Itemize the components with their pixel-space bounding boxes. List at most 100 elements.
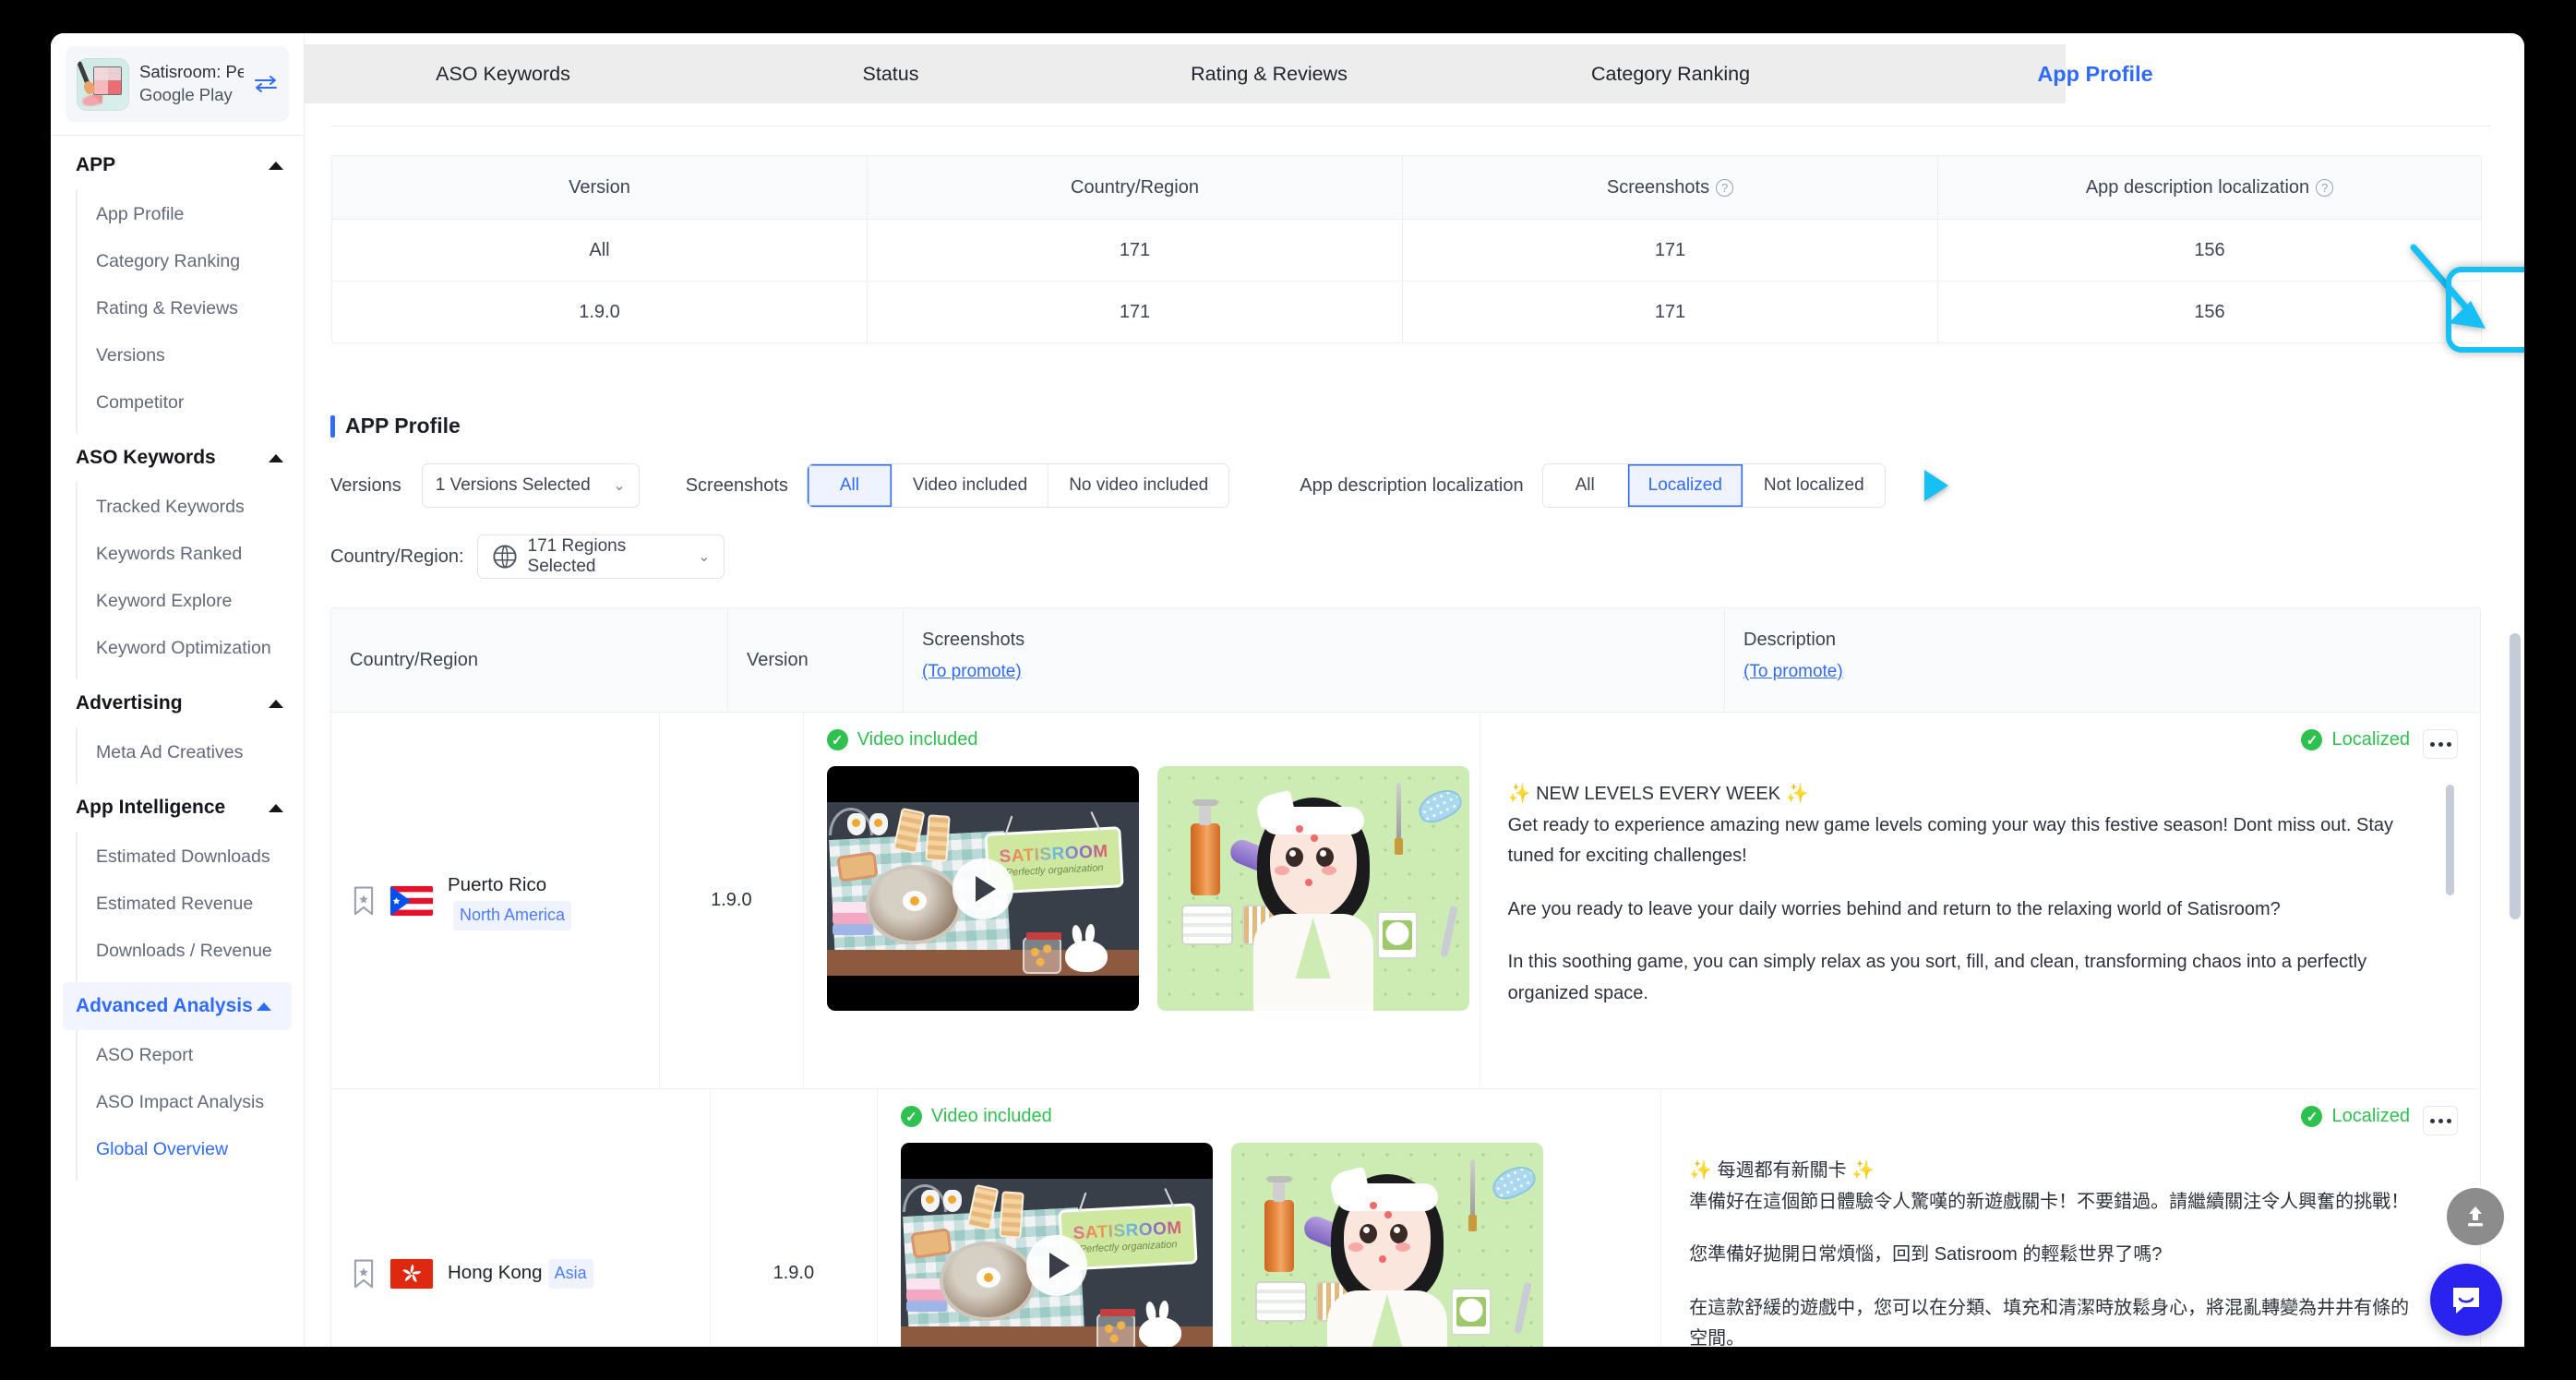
country-select[interactable]: 171 Regions Selected ⌄ xyxy=(476,534,725,579)
filter-bar: Versions 1 Versions Selected ⌄ Screensho… xyxy=(330,460,2524,582)
title-accent-bar xyxy=(330,414,335,438)
screenshot-thumbnail[interactable] xyxy=(1156,766,1469,1011)
localization-option-localized[interactable]: Localized xyxy=(1627,464,1743,507)
sidebar-group-app-label: APP xyxy=(76,154,116,175)
header-screenshots-label: Screenshots xyxy=(922,630,1025,650)
sidebar-group-aso-keywords[interactable]: ASO Keywords xyxy=(51,434,304,482)
row-more-options-button[interactable] xyxy=(2423,1106,2458,1135)
header-screenshots: Screenshots (To promote) xyxy=(904,608,1725,712)
summary-table-header: Version Country/Region Screenshots ? App… xyxy=(332,156,2481,220)
summary-cell-screenshots: 171 xyxy=(1403,220,1938,281)
country-label: Puerto Rico xyxy=(448,874,547,896)
localization-option-not-localized[interactable]: Not localized xyxy=(1743,464,1885,507)
profile-table: Country/Region Version Screenshots (To p… xyxy=(330,607,2481,1347)
tab-rating-reviews[interactable]: Rating & Reviews xyxy=(1080,63,1458,86)
sidebar-item-downloads-revenue[interactable]: Downloads / Revenue xyxy=(78,928,304,975)
country-select-value: 171 Regions Selected xyxy=(527,536,627,576)
sidebar-items-advanced-analysis: ASO Report ASO Impact Analysis Global Ov… xyxy=(76,1030,304,1181)
sidebar-item-meta-ad-creatives[interactable]: Meta Ad Creatives xyxy=(78,729,304,776)
screenshots-filter-label: Screenshots xyxy=(685,474,788,496)
app-selector-card[interactable]: Satisroom: Pe... Google Play xyxy=(66,46,289,122)
video-thumbnail[interactable]: SATISROOM Perfectly organization xyxy=(826,766,1139,1011)
sidebar-item-category-ranking[interactable]: Category Ranking xyxy=(78,238,304,285)
description-header: ✓ Localized xyxy=(1689,1106,2458,1135)
screenshots-promote-link[interactable]: (To promote) xyxy=(922,662,1022,682)
summary-cell-localization: 156 xyxy=(2194,239,2225,260)
region-tag: Asia xyxy=(547,1259,593,1289)
sidebar-item-estimated-revenue[interactable]: Estimated Revenue xyxy=(78,881,304,928)
play-button-icon[interactable] xyxy=(1025,1234,1087,1296)
description-text: ✨ 每週都有新關卡 ✨ 準備好在這個節日體驗令人驚嘆的新遊戲關卡！不要錯過。請繼… xyxy=(1689,1156,2458,1347)
tab-status[interactable]: Status xyxy=(701,63,1080,86)
tab-app-profile[interactable]: App Profile xyxy=(1883,62,2307,87)
sidebar-item-aso-impact-analysis[interactable]: ASO Impact Analysis xyxy=(78,1079,304,1126)
app-name: Satisroom: Pe... xyxy=(139,62,244,82)
swap-icon[interactable] xyxy=(254,75,278,93)
tab-aso-keywords[interactable]: ASO Keywords xyxy=(305,63,701,86)
sidebar-item-global-overview[interactable]: Global Overview xyxy=(78,1126,304,1173)
row-country-name: Hong Kong Asia xyxy=(448,1258,593,1289)
next-arrow-icon[interactable] xyxy=(1923,470,1948,501)
localized-badge: ✓ Localized xyxy=(2301,1106,2410,1127)
screenshots-option-no-video[interactable]: No video included xyxy=(1048,464,1229,507)
table-row: Puerto Rico North America 1.9.0 ✓ Video i… xyxy=(331,713,2480,1089)
versions-select-value: 1 Versions Selected xyxy=(435,475,591,495)
page-scrollbar[interactable] xyxy=(2510,42,2521,1347)
sidebar-item-aso-report[interactable]: ASO Report xyxy=(78,1032,304,1079)
country-filter-label: Country/Region: xyxy=(330,546,464,567)
screenshots-option-video-included[interactable]: Video included xyxy=(892,464,1049,507)
tab-category-ranking[interactable]: Category Ranking xyxy=(1458,63,1883,86)
localized-badge: ✓ Localized xyxy=(2301,729,2410,750)
description-promote-link[interactable]: (To promote) xyxy=(1743,662,1843,682)
screenshots-help-icon[interactable]: ? xyxy=(1716,178,1734,197)
screenshot-thumbnail[interactable] xyxy=(1230,1143,1543,1347)
chat-bubble-icon xyxy=(2453,1288,2479,1314)
bookmark-icon[interactable] xyxy=(352,885,376,917)
sidebar-item-keywords-ranked[interactable]: Keywords Ranked xyxy=(78,531,304,578)
summary-table: Version Country/Region Screenshots ? App… xyxy=(331,155,2482,343)
screenshots-filter-segment: All Video included No video included xyxy=(806,463,1230,508)
sidebar-items-app-intelligence: Estimated Downloads Estimated Revenue Do… xyxy=(76,832,304,982)
sidebar-item-versions[interactable]: Versions xyxy=(78,332,304,379)
description-scrollbar[interactable] xyxy=(2446,785,2454,895)
row-screenshots-cell: ✓ Video included SATISROOM Perfectly org… xyxy=(878,1089,1662,1347)
sidebar-item-tracked-keywords[interactable]: Tracked Keywords xyxy=(78,484,304,531)
page-title: APP Profile xyxy=(330,414,461,438)
app-description-help-icon[interactable]: ? xyxy=(2316,178,2334,197)
row-description-cell: ✓ Localized ✨ 每週都有新關卡 ✨ 準備好在這個節日體驗令人驚嘆的新… xyxy=(1661,1089,2480,1347)
description-paragraph: In this soothing game, you can simply re… xyxy=(1507,952,2367,1003)
sidebar-nav: APP App Profile Category Ranking Rating … xyxy=(51,136,304,1181)
sidebar-group-advertising-label: Advertising xyxy=(76,692,183,714)
row-more-options-button[interactable] xyxy=(2423,729,2458,759)
sidebar-item-app-profile[interactable]: App Profile xyxy=(78,191,304,238)
sidebar-group-advanced-analysis[interactable]: Advanced Analysis xyxy=(63,982,292,1030)
sidebar-item-keyword-explore[interactable]: Keyword Explore xyxy=(78,578,304,625)
row-description-cell: ✓ Localized ✨ NEW LEVELS EVERY WEEK ✨ Ge… xyxy=(1480,713,2480,1088)
chat-support-button[interactable] xyxy=(2430,1264,2502,1336)
hong-kong-flag xyxy=(390,1258,433,1289)
sidebar-group-app[interactable]: APP xyxy=(51,141,304,189)
bookmark-icon[interactable] xyxy=(352,1258,376,1290)
sidebar-group-aso-keywords-label: ASO Keywords xyxy=(76,447,216,468)
chevron-down-icon: ⌄ xyxy=(698,549,711,565)
main-content: ASO Keywords Status Rating & Reviews Cat… xyxy=(305,33,2524,1347)
sidebar-item-estimated-downloads[interactable]: Estimated Downloads xyxy=(78,834,304,881)
sidebar-item-rating-reviews[interactable]: Rating & Reviews xyxy=(78,285,304,332)
row-screenshots-cell: ✓ Video included SATISROOM Perfectly org… xyxy=(804,713,1480,1088)
screenshots-option-all[interactable]: All xyxy=(807,464,893,507)
play-button-icon[interactable] xyxy=(952,858,1013,919)
sidebar-group-advertising[interactable]: Advertising xyxy=(51,679,304,727)
scroll-to-top-button[interactable] xyxy=(2447,1188,2504,1245)
chevron-up-icon xyxy=(269,803,283,812)
check-circle-icon: ✓ xyxy=(900,1106,922,1127)
versions-select[interactable]: 1 Versions Selected ⌄ xyxy=(421,463,640,508)
summary-cell-screenshots: 171 xyxy=(1403,282,1938,342)
localization-option-all[interactable]: All xyxy=(1542,464,1628,507)
sidebar-item-keyword-optimization[interactable]: Keyword Optimization xyxy=(78,625,304,672)
puerto-rico-flag xyxy=(390,885,433,916)
sidebar-group-app-intelligence[interactable]: App Intelligence xyxy=(51,784,304,832)
sidebar-item-competitor[interactable]: Competitor xyxy=(78,379,304,426)
chevron-down-icon: ⌄ xyxy=(613,478,626,494)
video-thumbnail[interactable]: SATISROOM Perfectly organization xyxy=(900,1143,1213,1347)
sidebar-items-aso-keywords: Tracked Keywords Keywords Ranked Keyword… xyxy=(76,482,304,679)
